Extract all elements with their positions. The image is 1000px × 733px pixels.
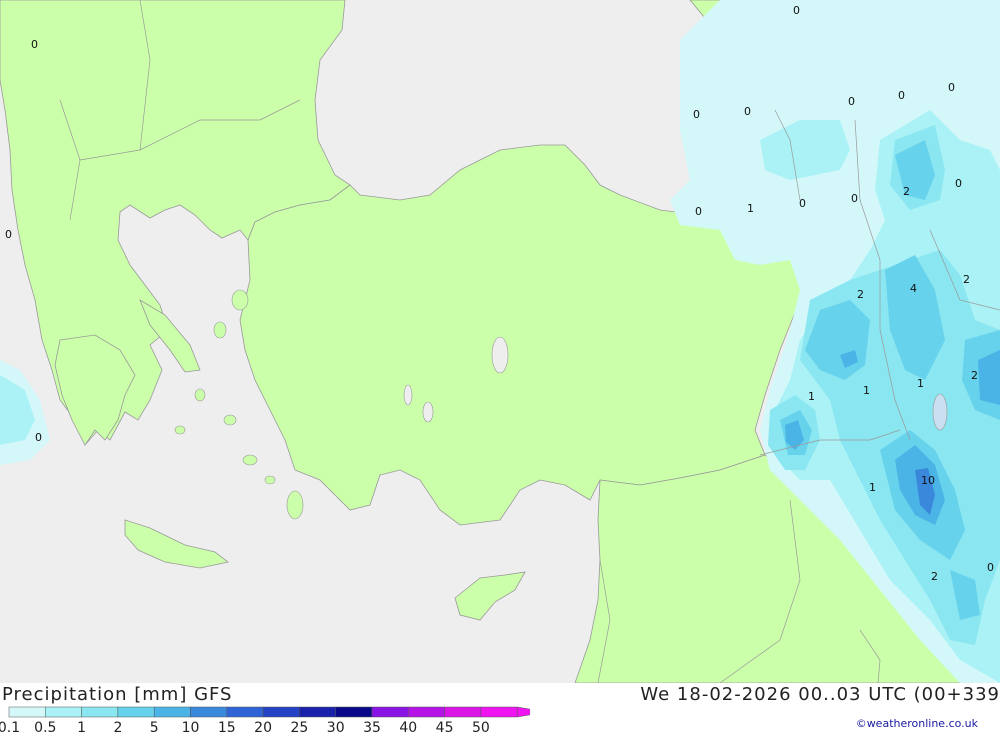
value-label: 2	[931, 570, 938, 583]
legend-tick-label: 0.5	[34, 720, 56, 733]
lake-beysehir	[422, 401, 434, 423]
value-label: 10	[921, 474, 935, 487]
legend-tick-label: 40	[399, 720, 417, 733]
value-label: 1	[808, 390, 815, 403]
legend-swatch	[45, 706, 82, 718]
legend-tick-label: 30	[327, 720, 345, 733]
legend-tick-label: 25	[290, 720, 308, 733]
legend-swatch	[444, 706, 482, 718]
copyright-link[interactable]: ©weatheronline.co.uk	[856, 717, 978, 730]
legend-arrow	[516, 706, 530, 718]
precipitation-map[interactable]: 0 0 0 0 0 0 0 0 0 1 0 0 2 0 2 4 2 1 1 1 …	[0, 0, 1000, 683]
value-label: 1	[863, 384, 870, 397]
value-label: 0	[5, 228, 12, 241]
legend-swatch	[408, 706, 445, 718]
value-label: 0	[35, 431, 42, 444]
legend-swatch	[226, 706, 264, 718]
legend-swatch	[262, 706, 300, 718]
lake-van	[932, 393, 948, 431]
value-label: 2	[971, 369, 978, 382]
legend-swatch	[190, 706, 228, 718]
value-label: 0	[793, 4, 800, 17]
legend-tick-label: 1	[77, 720, 86, 733]
legend-tick-label: 15	[218, 720, 236, 733]
value-label: 0	[898, 89, 905, 102]
legend-swatch	[153, 706, 191, 718]
legend-tick-label: 0.1	[0, 720, 20, 733]
legend-swatch	[335, 706, 373, 718]
legend-tick-label: 10	[182, 720, 200, 733]
value-label: 0	[744, 105, 751, 118]
legend-tick-label: 50	[472, 720, 490, 733]
value-label: 0	[848, 95, 855, 108]
value-label: 0	[987, 561, 994, 574]
value-label: 1	[869, 481, 876, 494]
legend-swatch	[117, 706, 155, 718]
value-label: 2	[963, 273, 970, 286]
legend-swatch	[8, 706, 46, 718]
lake-egirdir	[403, 384, 413, 406]
value-label: 2	[857, 288, 864, 301]
precipitation-legend: 0.1 0.5 1 2 5 10 15 20 25 30 35 40 45 50	[0, 706, 530, 733]
value-label: 0	[948, 81, 955, 94]
legend-tick-label: 5	[150, 720, 159, 733]
legend-tick-label: 35	[363, 720, 381, 733]
value-label: 2	[903, 185, 910, 198]
legend-swatch	[299, 706, 336, 718]
value-label: 1	[747, 202, 754, 215]
value-label: 4	[910, 282, 917, 295]
value-label: 0	[799, 197, 806, 210]
value-label: 0	[955, 177, 962, 190]
legend-tick-label: 20	[254, 720, 272, 733]
value-label: 0	[695, 205, 702, 218]
legend-swatch	[81, 706, 119, 718]
legend-swatch	[480, 706, 518, 718]
map-title: Precipitation [mm] GFS	[2, 684, 233, 705]
legend-swatch	[371, 706, 409, 718]
legend-tick-label: 2	[113, 720, 122, 733]
value-label: 0	[851, 192, 858, 205]
value-label: 1	[917, 377, 924, 390]
lake-tuz	[491, 336, 509, 374]
legend-tick-label: 45	[436, 720, 454, 733]
value-label: 0	[693, 108, 700, 121]
value-label: 0	[31, 38, 38, 51]
forecast-time: We 18-02-2026 00..03 UTC (00+339	[640, 684, 1000, 705]
